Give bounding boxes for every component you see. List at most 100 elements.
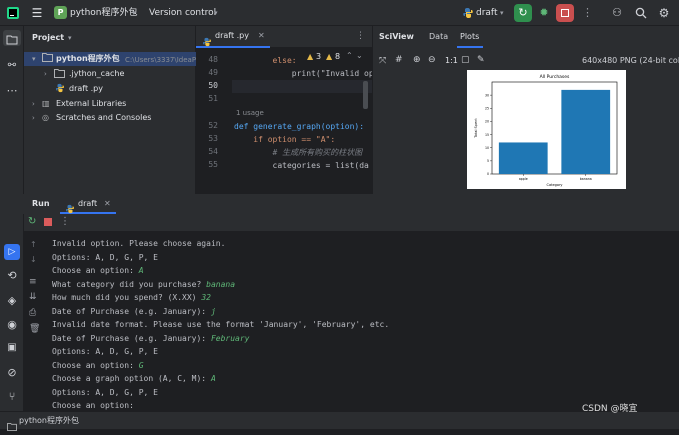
layers-icon[interactable]: ◈ [5,294,19,307]
grid-icon[interactable]: # [395,55,403,65]
scratches-icon: ◎ [42,113,49,122]
code-line[interactable]: categories = list(da [234,160,369,172]
x-tick-label: apple [519,177,528,181]
editor-tab-draft[interactable]: draft .py ✕ [196,26,270,48]
tree-item-external-libraries[interactable]: External Libraries [56,98,126,110]
y-tick-label: 20 [485,120,489,124]
run-tool-icon[interactable]: ▷ [4,244,20,260]
run-config-selector[interactable]: draft [476,3,497,23]
console-line-text: Options: A, D, G, P, E [52,252,158,262]
library-icon: ▥ [42,99,50,108]
y-tick-label: 0 [487,172,489,176]
chevron-right-icon[interactable]: › [32,98,35,110]
console-line: Invalid date format. Please use the form… [52,318,679,332]
git-icon[interactable]: ⑂ [5,390,19,403]
code-line[interactable]: else: [234,55,297,67]
actual-size-button[interactable]: 1:1 [445,56,458,65]
scroll-up-icon[interactable]: ↑ [30,240,37,249]
pycharm-logo-icon [6,3,20,23]
code-line[interactable]: if option == "A": [234,134,335,146]
tree-item-draft-py[interactable]: draft .py [69,83,103,95]
soft-wrap-icon[interactable]: ≡ [29,277,37,287]
chevron-down-icon: ▾ [214,9,218,17]
console-user-input: February [210,333,250,343]
line-number: 55 [208,160,218,169]
stop-icon[interactable] [44,218,52,226]
rerun-button[interactable]: ↻ [514,4,532,22]
console-user-input: A [210,374,216,383]
chevron-right-icon[interactable]: › [44,68,47,80]
console-line-text: Choose a graph option (A, C, M): [52,374,211,383]
tree-item-scratches[interactable]: Scratches and Consoles [56,112,151,124]
chevron-down-icon: ▾ [500,9,504,17]
print-icon[interactable]: ⎙ [29,308,36,318]
hamburger-menu-icon[interactable]: ☰ [30,3,44,23]
tree-root-label[interactable]: python程序外包 [56,53,120,65]
scroll-to-end-icon[interactable]: ⇊ [29,292,37,302]
tree-item-jython-cache[interactable]: .jython_cache [69,68,124,80]
x-tick-label: banana [580,177,592,181]
search-icon[interactable] [634,3,648,23]
project-switcher[interactable]: python程序外包 [70,3,137,23]
console-line-text: Choose an option: [52,266,139,275]
more-vertical-icon[interactable]: ⋮ [60,216,70,227]
debug-bug-icon[interactable]: ✹ [537,3,551,23]
data-tab[interactable]: Data [429,32,448,41]
console-line: Choose an option: G [52,359,679,373]
weak-warning-icon[interactable]: ▲ [326,52,332,61]
console-line: How much did you spend? (X.XX) 32 [52,291,679,305]
settings-gear-icon[interactable]: ⚙ [657,3,671,23]
more-vertical-icon[interactable]: ⋮ [356,31,365,41]
plot-image[interactable]: All Purchases Category Total Spent 0 5 10 15 20… [467,70,626,189]
current-line-highlight [232,80,372,93]
expand-icon[interactable]: ⤧ [379,56,386,66]
project-panel-title[interactable]: Project [32,32,64,44]
chevron-right-icon[interactable]: › [32,112,35,124]
structure-icon[interactable]: ⚯ [5,60,19,71]
chevron-down-icon[interactable]: ⌄ [356,51,363,60]
scroll-down-icon[interactable]: ↓ [30,255,37,264]
code-line[interactable]: def generate_graph(option): [234,121,364,133]
line-number: 48 [208,55,218,64]
run-panel: Run draft ✕ ▷ ⟲ ◈ ◉ ▣ ⊘ ⑂ ↻ ⋮ ↑ ↓ ≡ ⇊ ⎙ … [0,194,679,429]
chevron-down-icon[interactable]: ▾ [32,53,36,65]
plots-tab[interactable]: Plots [460,32,479,41]
services-icon[interactable]: ◉ [5,318,19,331]
trash-icon[interactable]: 🗑 [29,324,40,334]
code-line[interactable]: print("Invalid optio [234,68,388,80]
y-tick-label: 5 [487,159,489,163]
stop-button[interactable] [556,4,574,22]
editor-scrollbar[interactable] [363,81,368,109]
console-line-text: Date of Purchase (e.g. January): [52,333,211,343]
fit-icon[interactable]: ▢ [461,55,470,65]
warning-icon[interactable]: ▲ [307,52,313,61]
more-vertical-icon[interactable]: ⋮ [582,3,593,23]
project-folder-icon[interactable] [3,30,21,46]
chevron-down-icon[interactable]: ▾ [68,32,72,44]
console-line-text: Options: A, D, G, P, E [52,387,158,397]
more-horizontal-icon[interactable]: ⋯ [5,84,19,97]
color-picker-icon[interactable]: ✎ [477,55,485,65]
code-line[interactable]: # 生成所有购买的柱状图 [234,147,363,159]
usage-hint[interactable]: 1 usage [236,107,264,119]
close-icon[interactable]: ✕ [104,199,111,208]
zoom-out-icon[interactable]: ⊖ [428,55,436,65]
status-breadcrumb[interactable]: python程序外包 [19,415,79,426]
zoom-in-icon[interactable]: ⊕ [413,55,421,65]
console-user-input: banana [206,279,236,289]
chevron-up-icon[interactable]: ⌃ [346,51,353,60]
console-output[interactable]: Invalid option. Please choose again. Opti… [52,237,679,413]
run-panel-title[interactable]: Run [32,199,50,208]
rerun-icon[interactable]: ↻ [28,216,36,227]
problems-icon[interactable]: ⊘ [5,366,19,379]
y-tick-label: 10 [485,146,489,150]
bar-apple [498,142,548,174]
terminal-icon[interactable]: ▣ [5,342,19,353]
title-bar: ☰ P python程序外包 ▾ Version control ▾ draft… [0,0,679,26]
run-config-tab[interactable]: draft ✕ [60,194,116,214]
sciview-tab[interactable]: SciView [379,32,414,41]
vcs-menu[interactable]: Version control [149,3,216,23]
close-icon[interactable]: ✕ [258,31,265,40]
python-console-icon[interactable]: ⟲ [5,269,19,282]
add-user-icon[interactable]: ⚇ [610,3,624,23]
